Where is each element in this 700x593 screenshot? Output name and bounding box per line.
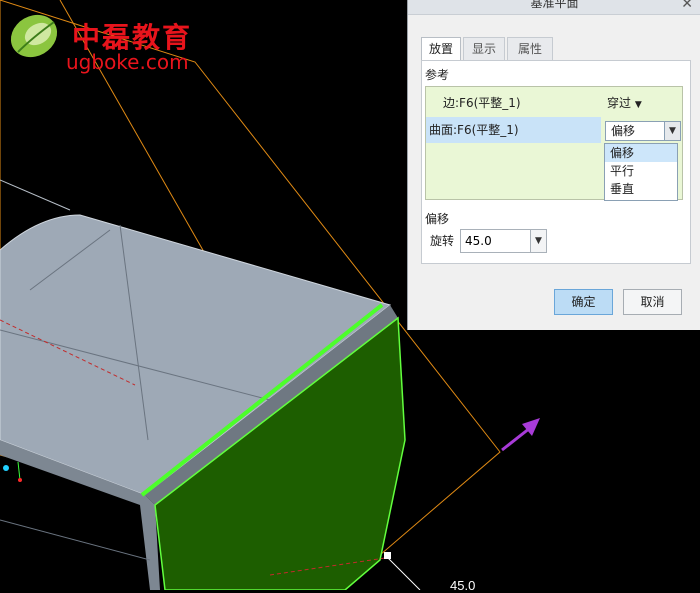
references-label: 参考	[425, 68, 450, 82]
rotation-drag-handle	[384, 552, 391, 559]
option-offset[interactable]: 偏移	[605, 144, 677, 162]
ok-button[interactable]: 确定	[554, 289, 613, 315]
logo: 中磊教育 ugboke.com	[6, 10, 206, 74]
reference-name: 曲面:F6(平整_1)	[429, 123, 519, 137]
logo-url-text: ugboke.com	[66, 50, 189, 74]
reference-type-menu[interactable]: 穿过 ▼	[607, 90, 642, 118]
option-parallel[interactable]: 平行	[605, 162, 677, 180]
chevron-down-icon[interactable]: ▼	[530, 230, 546, 252]
rotation-input[interactable]	[461, 230, 533, 252]
combo-value: 偏移	[611, 124, 636, 138]
rotation-label: 旋转	[430, 234, 455, 248]
offset-label: 偏移	[425, 212, 450, 226]
axis-marker	[3, 465, 9, 471]
reference-type-value: 穿过	[607, 96, 632, 110]
cancel-button[interactable]: 取消	[623, 289, 682, 315]
tab-display[interactable]: 显示	[463, 37, 505, 60]
option-normal[interactable]: 垂直	[605, 180, 677, 198]
reference-row-surface[interactable]: 曲面:F6(平整_1)	[426, 117, 601, 143]
rotation-field: ▼	[460, 229, 547, 253]
datum-plane-dialog: 基准平面 ✕ 放置 显示 属性 参考 边:F6(平整_1) 穿过 ▼ 曲面:F6…	[407, 0, 700, 330]
close-icon[interactable]: ✕	[681, 0, 693, 12]
reference-type-combo[interactable]: 偏移 ▼	[605, 121, 681, 141]
axis-dot	[18, 478, 22, 482]
rotation-dimension-label[interactable]: 45.0	[450, 578, 475, 593]
chevron-down-icon[interactable]: ▼	[664, 122, 680, 140]
tab-properties[interactable]: 属性	[507, 37, 553, 60]
reference-name: 边:F6(平整_1)	[443, 96, 521, 110]
chevron-down-icon: ▼	[634, 100, 642, 110]
reference-type-dropdown: 偏移 平行 垂直	[604, 143, 678, 201]
dialog-titlebar[interactable]: 基准平面 ✕	[408, 0, 700, 15]
reference-row-edge[interactable]: 边:F6(平整_1) 穿过 ▼	[426, 90, 682, 116]
dialog-title: 基准平面	[530, 0, 579, 10]
tab-placement[interactable]: 放置	[421, 37, 461, 61]
